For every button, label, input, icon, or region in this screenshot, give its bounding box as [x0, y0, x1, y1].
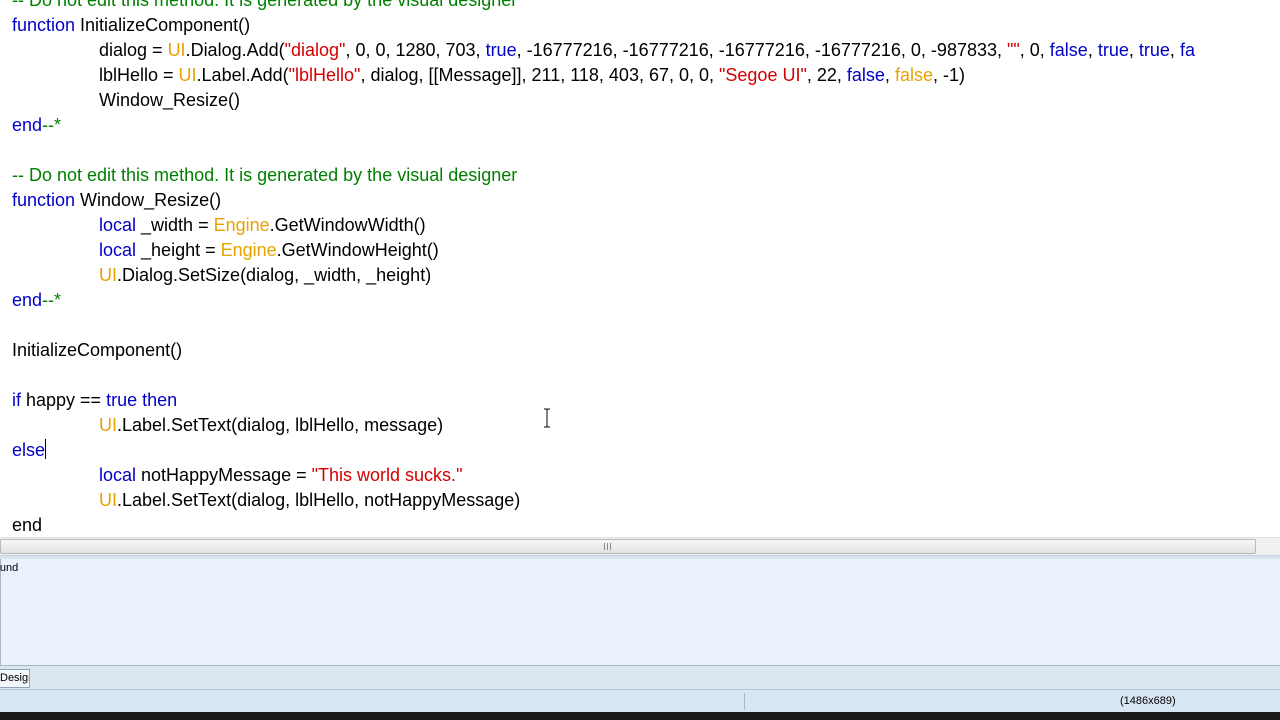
output-panel: Found [0, 559, 1280, 665]
code-token: UI [99, 490, 117, 510]
code-token: else [12, 440, 46, 460]
code-line[interactable]: local _width = Engine.GetWindowWidth() [99, 213, 426, 238]
code-token: --* [42, 290, 62, 310]
code-token: fa [1179, 40, 1195, 60]
code-token: false [1049, 40, 1088, 60]
code-token: "This world sucks." [311, 465, 463, 485]
code-token: , -1) [932, 65, 965, 85]
code-line[interactable]: -- Do not edit this method. It is genera… [12, 163, 517, 188]
code-token: UI [99, 265, 117, 285]
code-token: --* [42, 115, 62, 135]
code-token: , [1128, 40, 1139, 60]
ide-window: -- Do not edit this method. It is genera… [0, 0, 1280, 720]
code-token: Window_Resize() [75, 190, 222, 210]
code-token: , -16777216, -16777216, -16777216, -1677… [516, 40, 1007, 60]
code-token: .Label.SetText(dialog, lblHello, message… [117, 415, 444, 435]
code-line[interactable]: function Window_Resize() [12, 188, 221, 213]
code-token: UI [178, 65, 197, 85]
status-bar: (1486x689) [0, 689, 1280, 713]
code-token: InitializeComponent() [12, 340, 183, 360]
tab-design[interactable]: Design [0, 669, 30, 688]
code-token: -- Do not edit this method. It is genera… [12, 165, 518, 185]
code-line[interactable]: end [12, 513, 42, 537]
code-token: "Segoe UI" [719, 65, 807, 85]
code-token: , [1087, 40, 1098, 60]
code-token: .Dialog.SetSize(dialog, _width, _height) [117, 265, 432, 285]
code-token: Engine [213, 215, 270, 235]
code-token: dialog = [99, 40, 168, 60]
code-token: true [1097, 40, 1129, 60]
code-token: end [12, 115, 43, 135]
code-token: happy == [21, 390, 107, 410]
output-text: Found [0, 562, 19, 574]
code-line[interactable]: local _height = Engine.GetWindowHeight() [99, 238, 439, 263]
code-token: , dialog, [[Message]], 211, 118, 403, 67… [360, 65, 720, 85]
window-size-readout: (1486x689) [1120, 695, 1176, 707]
code-line[interactable]: UI.Label.SetText(dialog, lblHello, notHa… [99, 488, 520, 513]
code-token: , [1169, 40, 1180, 60]
code-token: true [106, 390, 138, 410]
code-token: .Label.Add( [196, 65, 289, 85]
text-caret [45, 439, 47, 459]
code-token: false [894, 65, 933, 85]
scrollbar-thumb[interactable] [0, 539, 1256, 554]
code-token: function [12, 190, 76, 210]
code-token: function [12, 15, 76, 35]
code-token: Window_Resize() [99, 90, 241, 110]
code-token: end [12, 290, 43, 310]
code-token: Engine [220, 240, 277, 260]
code-token: , 0, [1019, 40, 1050, 60]
code-token: _height = [136, 240, 221, 260]
code-token: .GetWindowWidth() [269, 215, 426, 235]
code-token: lblHello = [99, 65, 179, 85]
code-token: "lblHello" [288, 65, 361, 85]
code-token: local [99, 240, 137, 260]
view-tab-bar: Design [0, 665, 1280, 690]
code-token: then [142, 390, 178, 410]
code-line[interactable]: InitializeComponent() [12, 338, 182, 363]
code-token: end [12, 515, 43, 535]
code-line[interactable]: function InitializeComponent() [12, 13, 250, 38]
code-token: "dialog" [284, 40, 346, 60]
code-line[interactable]: dialog = UI.Dialog.Add("dialog", 0, 0, 1… [99, 38, 1195, 63]
code-token: "" [1007, 40, 1020, 60]
code-line[interactable]: Window_Resize() [99, 88, 240, 113]
code-token: _width = [136, 215, 214, 235]
code-token: , 0, 0, 1280, 703, [345, 40, 486, 60]
code-token: local [99, 465, 137, 485]
code-token: notHappyMessage = [136, 465, 312, 485]
code-line[interactable]: lblHello = UI.Label.Add("lblHello", dial… [99, 63, 965, 88]
status-separator [744, 693, 745, 710]
code-line[interactable]: local notHappyMessage = "This world suck… [99, 463, 462, 488]
code-token: if [12, 390, 21, 410]
text-cursor-icon [544, 408, 550, 428]
code-token: -- Do not edit this method. It is genera… [12, 0, 518, 10]
code-token: false [846, 65, 885, 85]
code-token: .Label.SetText(dialog, lblHello, notHapp… [117, 490, 521, 510]
code-line[interactable]: end--* [12, 288, 61, 313]
code-token: true [485, 40, 517, 60]
code-token: .GetWindowHeight() [276, 240, 439, 260]
code-line[interactable]: if happy == true then [12, 388, 177, 413]
code-line[interactable]: UI.Dialog.SetSize(dialog, _width, _heigh… [99, 263, 431, 288]
window-bottom-edge [0, 712, 1280, 720]
code-line[interactable]: -- Do not edit this method. It is genera… [12, 0, 517, 13]
code-token: UI [99, 415, 117, 435]
code-token: .Dialog.Add( [185, 40, 285, 60]
code-line[interactable]: UI.Label.SetText(dialog, lblHello, messa… [99, 413, 443, 438]
code-token: InitializeComponent() [75, 15, 251, 35]
code-line[interactable]: else [12, 438, 47, 463]
code-token: true [1138, 40, 1170, 60]
code-token: UI [167, 40, 186, 60]
code-token: local [99, 215, 137, 235]
code-token: , 22, [806, 65, 847, 85]
horizontal-scrollbar[interactable] [0, 537, 1280, 555]
code-token: , [884, 65, 895, 85]
code-line[interactable]: end--* [12, 113, 61, 138]
grip-icon [604, 543, 613, 550]
code-editor[interactable]: -- Do not edit this method. It is genera… [0, 0, 1280, 537]
